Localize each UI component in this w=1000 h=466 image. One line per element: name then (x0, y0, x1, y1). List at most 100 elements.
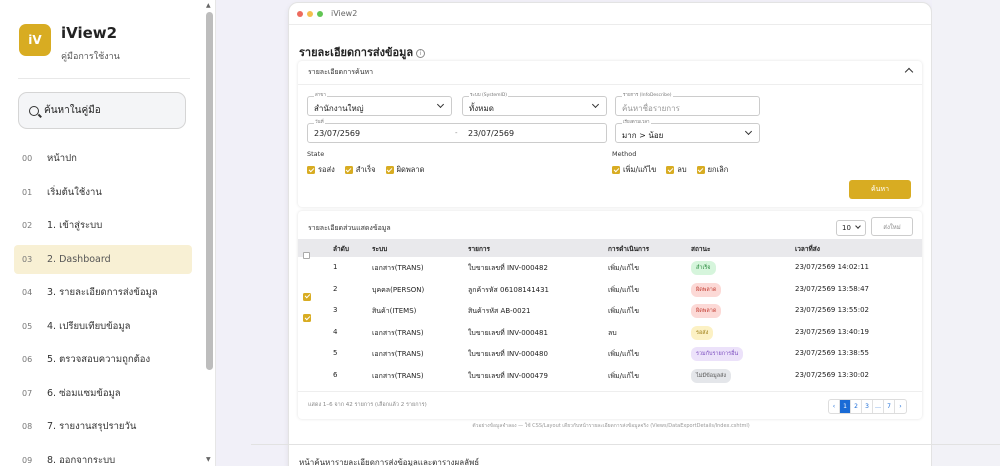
cell-no: 1 (333, 263, 338, 271)
sidebar-scrollbar[interactable] (206, 12, 213, 370)
cell-no: 3 (333, 306, 338, 315)
chevron-down-icon (744, 127, 753, 136)
item-placeholder: ค้นหาชื่อรายการ (622, 104, 680, 113)
date-from[interactable]: 23/07/2569 (314, 129, 360, 138)
cell-time: 23/07/2569 13:30:02 (795, 371, 870, 379)
pagination-next[interactable]: › (895, 400, 906, 413)
sidebar-item-number: 01 (22, 187, 33, 197)
sidebar-item-07[interactable]: 07 6. ซ่อมแซมข้อมูล (14, 379, 192, 408)
scroll-down-arrow-icon[interactable]: ▼ (206, 456, 211, 463)
resend-button[interactable]: ส่งใหม่ (871, 217, 913, 236)
sidebar-item-08[interactable]: 08 7. รายงานสรุปรายวัน (14, 412, 192, 441)
sidebar-item-05[interactable]: 05 4. เปรียบเทียบข้อมูล (14, 312, 192, 341)
sidebar-item-label: 3. รายละเอียดการส่งข้อมูล (47, 287, 158, 298)
pagination-prev[interactable]: ‹ (829, 400, 840, 413)
sidebar-item-label: 6. ซ่อมแซมข้อมูล (47, 387, 121, 399)
col-system[interactable]: ระบบ (372, 244, 387, 254)
info-icon[interactable]: i (416, 49, 426, 58)
checkbox-checked-icon (612, 166, 620, 174)
sidebar-item-04[interactable]: 04 3. รายละเอียดการส่งข้อมูล (14, 278, 192, 307)
state-checkbox-0[interactable]: รอส่ง (307, 164, 335, 176)
branch-select[interactable]: สาขา สำนักงานใหญ่ (307, 93, 452, 116)
cell-time: 23/07/2569 14:02:11 (795, 263, 870, 271)
checkbox-checked-icon (696, 166, 705, 174)
table-row[interactable]: 6 เอกสาร(TRANS) ใบขายเลขที่ INV-000479 เพิ่… (298, 365, 922, 386)
cell-no: 2 (333, 284, 338, 293)
sidebar-item-number: 09 (22, 455, 33, 465)
table-row[interactable]: 2 บุคคล(PERSON) ลูกค้ารหัส 06108141431 เพิ่… (298, 279, 922, 301)
col-item[interactable]: รายการ (468, 244, 490, 254)
table-header: ลำดับ ระบบ รายการ การดำเนินการ สถานะ เวล… (298, 239, 922, 259)
method-checkbox-2[interactable]: ยกเลิก (696, 164, 728, 176)
pagination-page-1[interactable]: 1 (840, 400, 851, 413)
cell-action: เพิ่ม/แก้ไข (608, 307, 640, 316)
state-checkboxes: รอส่ง สำเร็จ ผิดพลาด (307, 164, 434, 176)
sidebar-item-01[interactable]: 01 เริ่มต้นใช้งาน (14, 178, 192, 207)
cell-no: 5 (333, 349, 338, 358)
state-group-label: State (307, 150, 325, 158)
table-row[interactable]: 5 เอกสาร(TRANS) ใบขายเลขที่ INV-000480 เพิ่… (298, 343, 922, 364)
sidebar-item-06[interactable]: 06 5. ตรวจสอบความถูกต้อง (14, 345, 192, 374)
window-minimize-dot[interactable] (307, 10, 313, 17)
sidebar-item-number: 07 (22, 388, 33, 398)
page-size-select[interactable]: 10 (836, 220, 866, 236)
sidebar-item-number: 00 (22, 154, 33, 163)
cell-action: เพิ่ม/แก้ไข (608, 264, 640, 272)
app-name: iView2 (61, 24, 118, 42)
sidebar-item-00[interactable]: 00 หน้าปก (14, 144, 192, 173)
date-to[interactable]: 23/07/2569 (468, 129, 514, 138)
sidebar-item-number: 03 (22, 254, 33, 264)
col-time[interactable]: เวลาที่ส่ง (795, 244, 820, 254)
footnote: ตัวอย่างข้อมูลจำลอง — ใช้ CSS/Layout เดี… (472, 423, 750, 429)
table-row[interactable]: 3 สินค้า(ITEMS) สินค้ารหัส AB-0021 เพิ่ม/แก… (298, 300, 922, 323)
pagination-page-7[interactable]: 7 (884, 400, 895, 413)
sidebar-item-03[interactable]: 03 2. Dashboard (14, 244, 192, 274)
sort-value: มาก > น้อย (622, 131, 664, 140)
date-label: วันที่ (314, 120, 325, 126)
search-button[interactable]: ค้นหา (849, 180, 911, 199)
manual-search-input[interactable]: ค้นหาในคู่มือ (18, 92, 186, 129)
cell-time: 23/07/2569 13:55:02 (795, 306, 870, 315)
sidebar-item-09[interactable]: 09 8. ออกจากระบบ (14, 446, 192, 466)
right-margin (932, 0, 1000, 466)
search-icon (29, 105, 39, 116)
col-no[interactable]: ลำดับ (333, 244, 349, 254)
branch-value: สำนักงานใหญ่ (314, 104, 364, 113)
cell-time: 23/07/2569 13:40:19 (795, 327, 870, 336)
table-footer-divider (298, 391, 922, 392)
cell-time: 23/07/2569 13:58:47 (795, 284, 870, 293)
checkbox-checked-icon (666, 166, 675, 174)
window-close-dot[interactable] (297, 10, 303, 17)
date-separator: - (455, 129, 458, 137)
state-checkbox-1[interactable]: สำเร็จ (344, 164, 376, 176)
system-select[interactable]: ระบบ (SystemID) ทั้งหมด (462, 93, 607, 116)
sort-select[interactable]: เรียงตามเวลา มาก > น้อย (615, 120, 760, 143)
status-badge: สำเร็จ (691, 261, 716, 275)
app-window: iView2 รายละเอียดการส่งข้อมูล i รายละเอีย… (288, 2, 932, 466)
figure-caption: หน้าค้นหารายละเอียดการส่งข้อมูลและตารางผ… (299, 458, 480, 466)
table-row[interactable]: 1 เอกสาร(TRANS) ใบขายเลขที่ INV-000482 เพิ่… (298, 257, 922, 278)
state-checkbox-label: รอส่ง (318, 165, 335, 174)
table-row[interactable]: 4 เอกสาร(TRANS) ใบขายเลขที่ INV-000481 ลบ รอ… (298, 322, 922, 343)
table-summary: แสดง 1–6 จาก 42 รายการ (เลือกแล้ว 2 รายก… (308, 402, 427, 408)
pagination-page-2[interactable]: 2 (851, 400, 862, 413)
search-placeholder: ค้นหาในคู่มือ (44, 105, 101, 116)
pagination-page-3[interactable]: 3 (862, 400, 873, 413)
cell-action: เพิ่ม/แก้ไข (608, 350, 640, 359)
chevron-down-icon (855, 223, 861, 229)
cell-action: เพิ่ม/แก้ไข (608, 285, 640, 294)
col-action[interactable]: การดำเนินการ (608, 244, 649, 254)
item-input[interactable]: รายการ (InfoDescribe) ค้นหาชื่อรายการ (615, 93, 760, 116)
cell-no: 6 (333, 371, 338, 379)
scroll-up-arrow-icon[interactable]: ▲ (206, 2, 211, 9)
date-range-field[interactable]: วันที่ 23/07/2569 - 23/07/2569 (307, 120, 607, 143)
method-checkbox-0[interactable]: เพิ่ม/แก้ไข (612, 164, 656, 176)
cell-item: ใบขายเลขที่ INV-000481 (468, 328, 548, 337)
sidebar-item-label: 8. ออกจากระบบ (47, 454, 116, 466)
method-checkbox-1[interactable]: ลบ (666, 164, 687, 176)
sidebar-item-02[interactable]: 02 1. เข้าสู่ระบบ (14, 211, 192, 240)
col-status[interactable]: สถานะ (691, 244, 711, 254)
window-maximize-dot[interactable] (317, 10, 323, 17)
status-badge: ไม่มีข้อมูลส่ง (691, 369, 732, 383)
state-checkbox-2[interactable]: ผิดพลาด (385, 164, 424, 176)
